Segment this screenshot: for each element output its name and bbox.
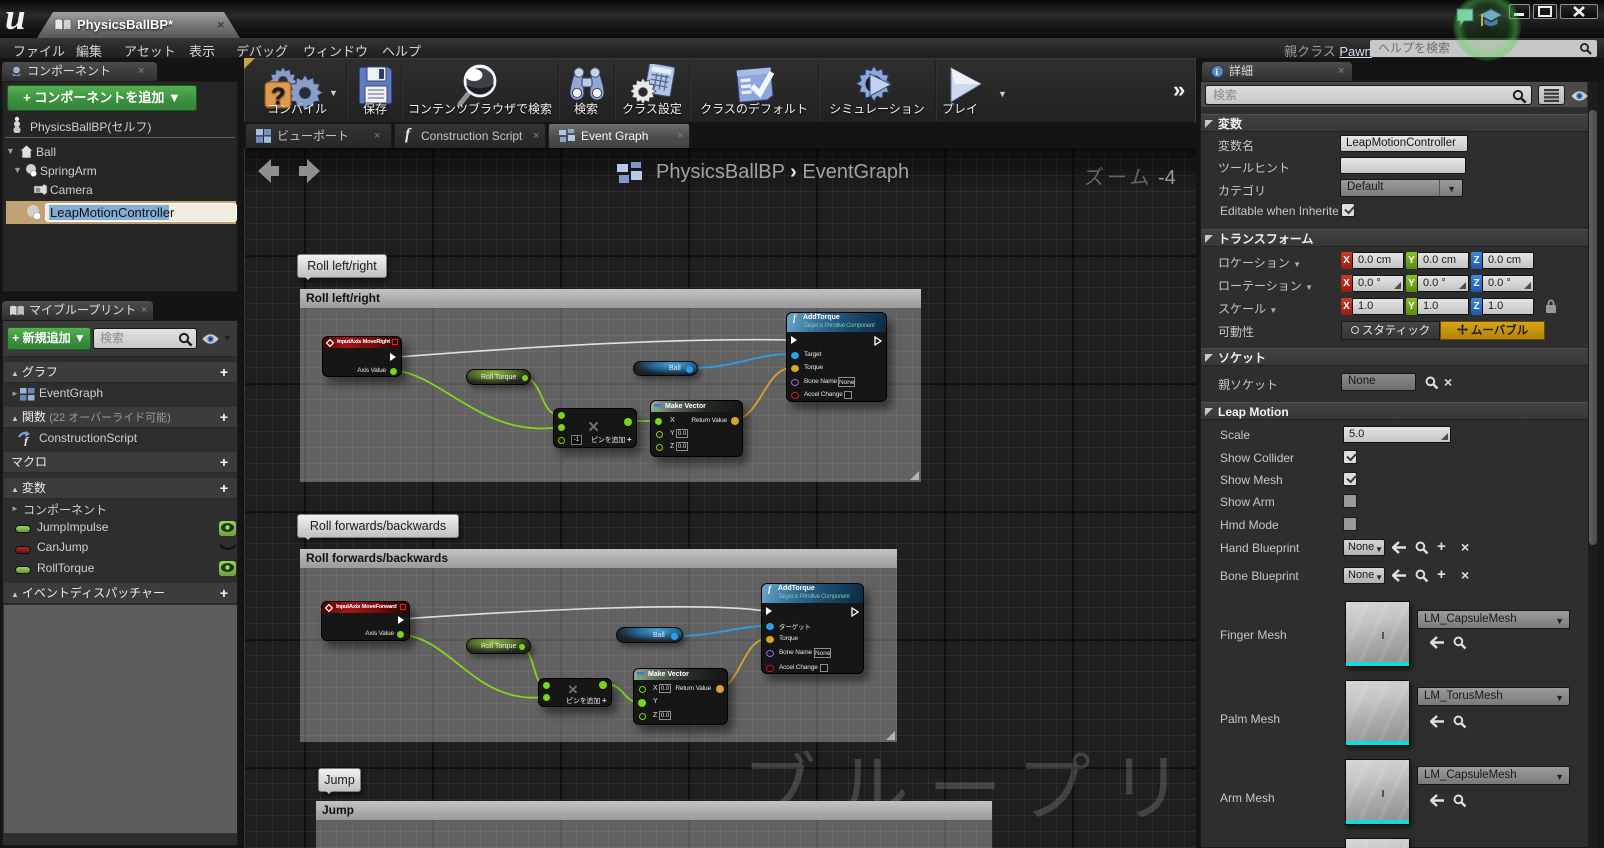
svg-text:f: f — [24, 434, 29, 446]
